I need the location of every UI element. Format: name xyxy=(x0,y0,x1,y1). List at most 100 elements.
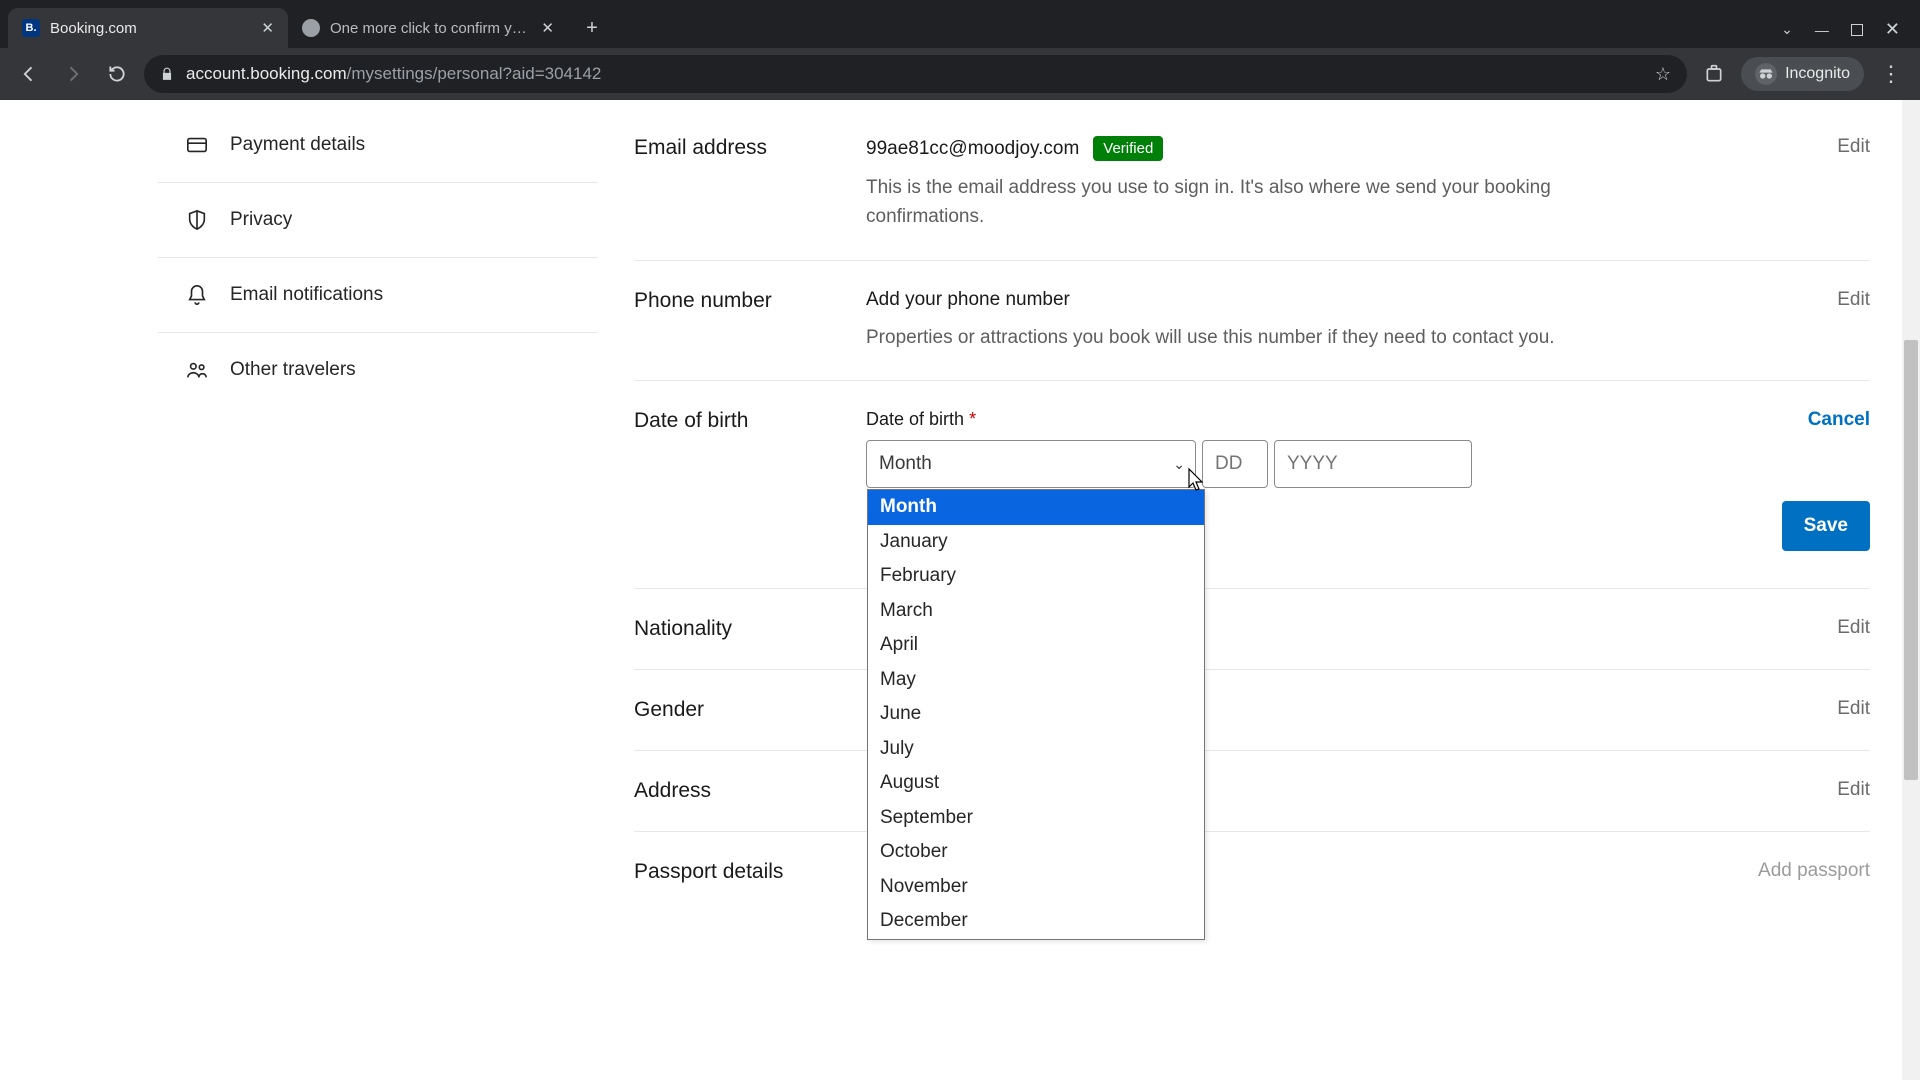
month-option-august[interactable]: August xyxy=(868,766,1204,801)
dob-field-label-text: Date of birth xyxy=(866,409,964,429)
incognito-icon xyxy=(1755,63,1777,85)
chevron-down-icon[interactable]: ⌄ xyxy=(1781,21,1793,38)
card-icon xyxy=(186,134,208,156)
month-option-july[interactable]: July xyxy=(868,732,1204,767)
row-label: Date of birth xyxy=(634,409,866,433)
settings-sidebar: Payment details Privacy Email notificati… xyxy=(158,108,598,912)
email-description: This is the email address you use to sig… xyxy=(866,173,1586,232)
sidebar-item-other-travelers[interactable]: Other travelers xyxy=(158,333,598,407)
address-bar[interactable]: account.booking.com/mysettings/personal?… xyxy=(144,55,1687,93)
sidebar-item-label: Payment details xyxy=(230,134,365,156)
row-gender: Gender Edit xyxy=(634,669,1870,750)
row-nationality: Nationality Edit xyxy=(634,588,1870,669)
vertical-scrollbar[interactable] xyxy=(1902,100,1920,1080)
sidebar-item-label: Email notifications xyxy=(230,284,383,306)
close-tab-icon[interactable]: ✕ xyxy=(261,19,274,37)
row-label: Nationality xyxy=(634,617,866,641)
window-maximize-icon[interactable] xyxy=(1851,24,1863,36)
favicon-booking: B. xyxy=(22,19,40,37)
month-option-november[interactable]: November xyxy=(868,870,1204,905)
row-label: Email address xyxy=(634,136,866,160)
dob-day-input[interactable] xyxy=(1202,440,1268,488)
gutter xyxy=(10,108,158,912)
save-button[interactable]: Save xyxy=(1782,501,1870,551)
dob-year-input[interactable] xyxy=(1274,440,1472,488)
row-address: Address Edit xyxy=(634,750,1870,831)
cancel-dob-link[interactable]: Cancel xyxy=(1700,409,1870,431)
bell-icon xyxy=(186,284,208,306)
add-passport-link[interactable]: Add passport xyxy=(1700,860,1870,882)
dob-month-select[interactable]: Month ⌄ Month January February March Apr… xyxy=(866,440,1196,488)
settings-main: Email address 99ae81cc@moodjoy.com Verif… xyxy=(598,108,1910,912)
window-minimize-icon[interactable]: — xyxy=(1815,22,1829,38)
row-email-address: Email address 99ae81cc@moodjoy.com Verif… xyxy=(634,108,1870,260)
month-option-placeholder[interactable]: Month xyxy=(868,490,1204,525)
dob-month-dropdown[interactable]: Month January February March April May J… xyxy=(867,489,1205,940)
edit-address-link[interactable]: Edit xyxy=(1700,779,1870,801)
sidebar-item-email-notifications[interactable]: Email notifications xyxy=(158,258,598,333)
row-date-of-birth: Date of birth Date of birth * Month ⌄ Mo… xyxy=(634,380,1870,588)
lock-icon xyxy=(160,66,174,82)
dob-month-selected: Month xyxy=(879,453,932,475)
dob-edit-block: Date of birth * Month ⌄ Month January Fe… xyxy=(866,409,1700,488)
shield-icon xyxy=(186,209,208,231)
reload-button[interactable] xyxy=(100,57,134,91)
people-icon xyxy=(186,359,208,381)
bookmark-star-icon[interactable]: ☆ xyxy=(1655,64,1671,85)
phone-value: Add your phone number xyxy=(866,289,1070,311)
row-label: Passport details xyxy=(634,860,866,884)
url-text: account.booking.com/mysettings/personal?… xyxy=(186,64,1643,84)
month-option-march[interactable]: March xyxy=(868,594,1204,629)
browser-toolbar: account.booking.com/mysettings/personal?… xyxy=(0,48,1920,100)
edit-phone-link[interactable]: Edit xyxy=(1700,289,1870,311)
incognito-label: Incognito xyxy=(1785,65,1850,83)
dob-field-label: Date of birth * xyxy=(866,409,1700,430)
close-tab-icon[interactable]: ✕ xyxy=(541,19,554,37)
page: Payment details Privacy Email notificati… xyxy=(10,100,1910,912)
month-option-april[interactable]: April xyxy=(868,628,1204,663)
favicon-generic xyxy=(302,19,320,37)
browser-tab-active[interactable]: B. Booking.com ✕ xyxy=(8,8,288,48)
row-phone-number: Phone number Add your phone number Prope… xyxy=(634,260,1870,380)
row-value: 99ae81cc@moodjoy.com Verified This is th… xyxy=(866,136,1700,232)
new-tab-button[interactable]: + xyxy=(576,12,608,44)
browser-tab-inactive[interactable]: One more click to confirm your ✕ xyxy=(288,8,568,48)
incognito-badge[interactable]: Incognito xyxy=(1741,57,1864,91)
month-option-october[interactable]: October xyxy=(868,835,1204,870)
scrollbar-thumb[interactable] xyxy=(1904,340,1918,780)
month-option-january[interactable]: January xyxy=(868,525,1204,560)
back-button[interactable] xyxy=(12,57,46,91)
row-label: Phone number xyxy=(634,289,866,313)
row-passport-details: Passport details Not provided Add passpo… xyxy=(634,831,1870,912)
verified-badge: Verified xyxy=(1093,136,1163,161)
tabbar-right: ⌄ — ✕ xyxy=(1781,19,1912,40)
sidebar-item-payment-details[interactable]: Payment details xyxy=(158,108,598,183)
month-option-june[interactable]: June xyxy=(868,697,1204,732)
edit-email-link[interactable]: Edit xyxy=(1700,136,1870,158)
page-viewport: Payment details Privacy Email notificati… xyxy=(0,100,1920,1080)
tab-title: One more click to confirm your xyxy=(330,20,531,37)
phone-description: Properties or attractions you book will … xyxy=(866,323,1586,352)
forward-button[interactable] xyxy=(56,57,90,91)
window-close-icon[interactable]: ✕ xyxy=(1885,19,1900,40)
sidebar-item-label: Privacy xyxy=(230,209,292,231)
extensions-icon[interactable] xyxy=(1697,57,1731,91)
row-label: Address xyxy=(634,779,866,803)
chevron-down-icon: ⌄ xyxy=(1173,456,1185,473)
row-label: Gender xyxy=(634,698,866,722)
email-value: 99ae81cc@moodjoy.com xyxy=(866,138,1079,160)
edit-gender-link[interactable]: Edit xyxy=(1700,698,1870,720)
url-path: /mysettings/personal?aid=304142 xyxy=(347,64,602,83)
url-host: account.booking.com xyxy=(186,64,347,83)
sidebar-item-privacy[interactable]: Privacy xyxy=(158,183,598,258)
browser-menu-icon[interactable]: ⋮ xyxy=(1874,61,1908,87)
required-asterisk: * xyxy=(969,409,976,429)
edit-nationality-link[interactable]: Edit xyxy=(1700,617,1870,639)
month-option-december[interactable]: December xyxy=(868,904,1204,939)
tab-title: Booking.com xyxy=(50,20,251,37)
month-option-may[interactable]: May xyxy=(868,663,1204,698)
row-value: Add your phone number Properties or attr… xyxy=(866,289,1700,352)
month-option-february[interactable]: February xyxy=(868,559,1204,594)
sidebar-item-label: Other travelers xyxy=(230,359,356,381)
month-option-september[interactable]: September xyxy=(868,801,1204,836)
